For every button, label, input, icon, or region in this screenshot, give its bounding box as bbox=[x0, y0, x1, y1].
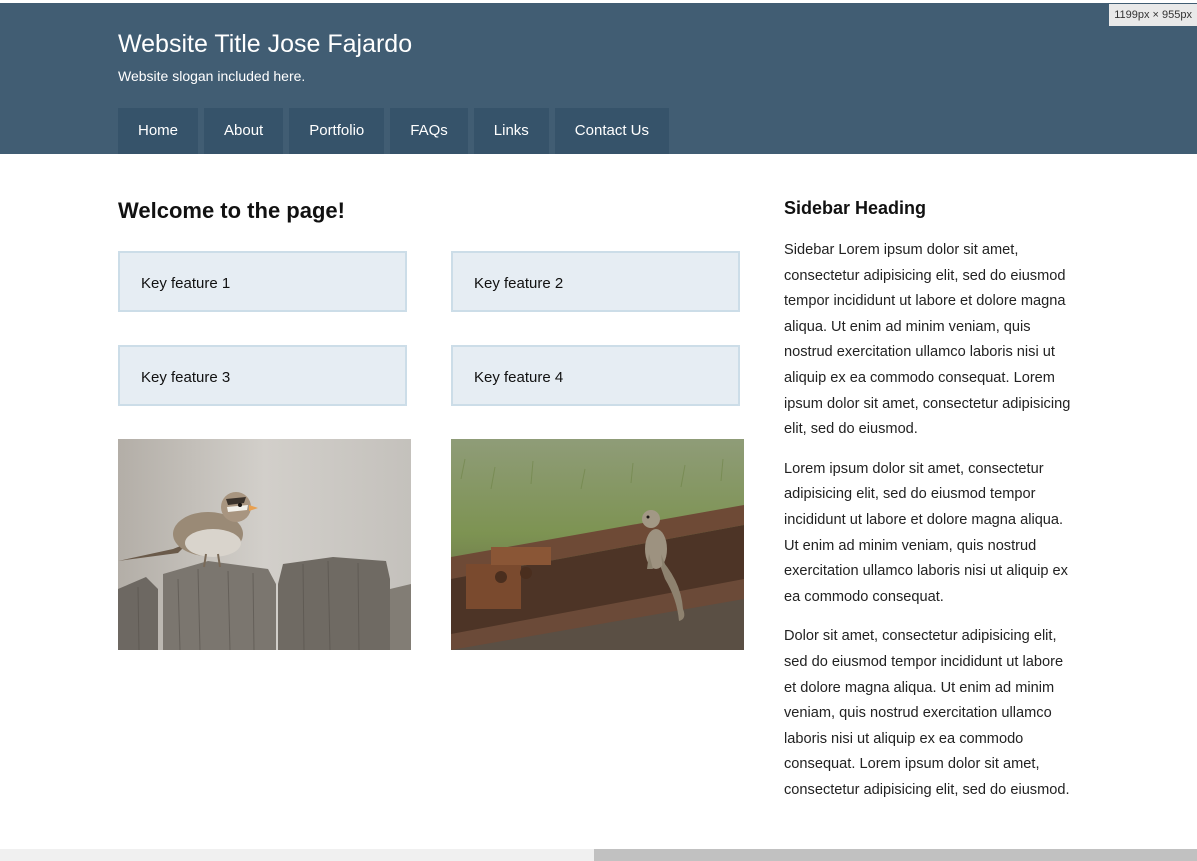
sparrow-on-fence-image bbox=[118, 439, 411, 650]
nav-item-about[interactable]: About bbox=[204, 108, 284, 154]
scrollbar-thumb[interactable] bbox=[594, 849, 1197, 861]
nav-item-faqs[interactable]: FAQs bbox=[390, 108, 468, 154]
nav-item-links[interactable]: Links bbox=[473, 108, 549, 154]
site-slogan: Website slogan included here. bbox=[118, 68, 306, 84]
key-feature-box: Key feature 1 bbox=[118, 251, 407, 312]
page-heading: Welcome to the page! bbox=[118, 198, 345, 223]
nav-item-home[interactable]: Home bbox=[118, 108, 199, 154]
main-nav: Home About Portfolio FAQs Links Contact … bbox=[118, 108, 669, 154]
key-feature-box: Key feature 2 bbox=[451, 251, 740, 312]
squirrel-on-track-image bbox=[451, 439, 744, 650]
viewport-dimensions-badge: 1199px × 955px bbox=[1109, 4, 1197, 26]
key-feature-box: Key feature 3 bbox=[118, 345, 407, 406]
site-header: Website Title Jose Fajardo Website sloga… bbox=[0, 3, 1197, 154]
sidebar-paragraph: Sidebar Lorem ipsum dolor sit amet, cons… bbox=[784, 242, 1071, 438]
sidebar-paragraph: Lorem ipsum dolor sit amet, consectetur … bbox=[784, 460, 1068, 605]
sidebar-heading: Sidebar Heading bbox=[784, 198, 927, 218]
nav-item-contact-us[interactable]: Contact Us bbox=[554, 108, 669, 154]
key-feature-box: Key feature 4 bbox=[451, 345, 740, 406]
sidebar-paragraph: Dolor sit amet, consectetur adipisicing … bbox=[784, 628, 1070, 798]
sidebar: Sidebar Heading Sidebar Lorem ipsum dolo… bbox=[784, 197, 1079, 817]
nav-item-portfolio[interactable]: Portfolio bbox=[289, 108, 385, 154]
site-title: Website Title Jose Fajardo bbox=[118, 30, 413, 58]
